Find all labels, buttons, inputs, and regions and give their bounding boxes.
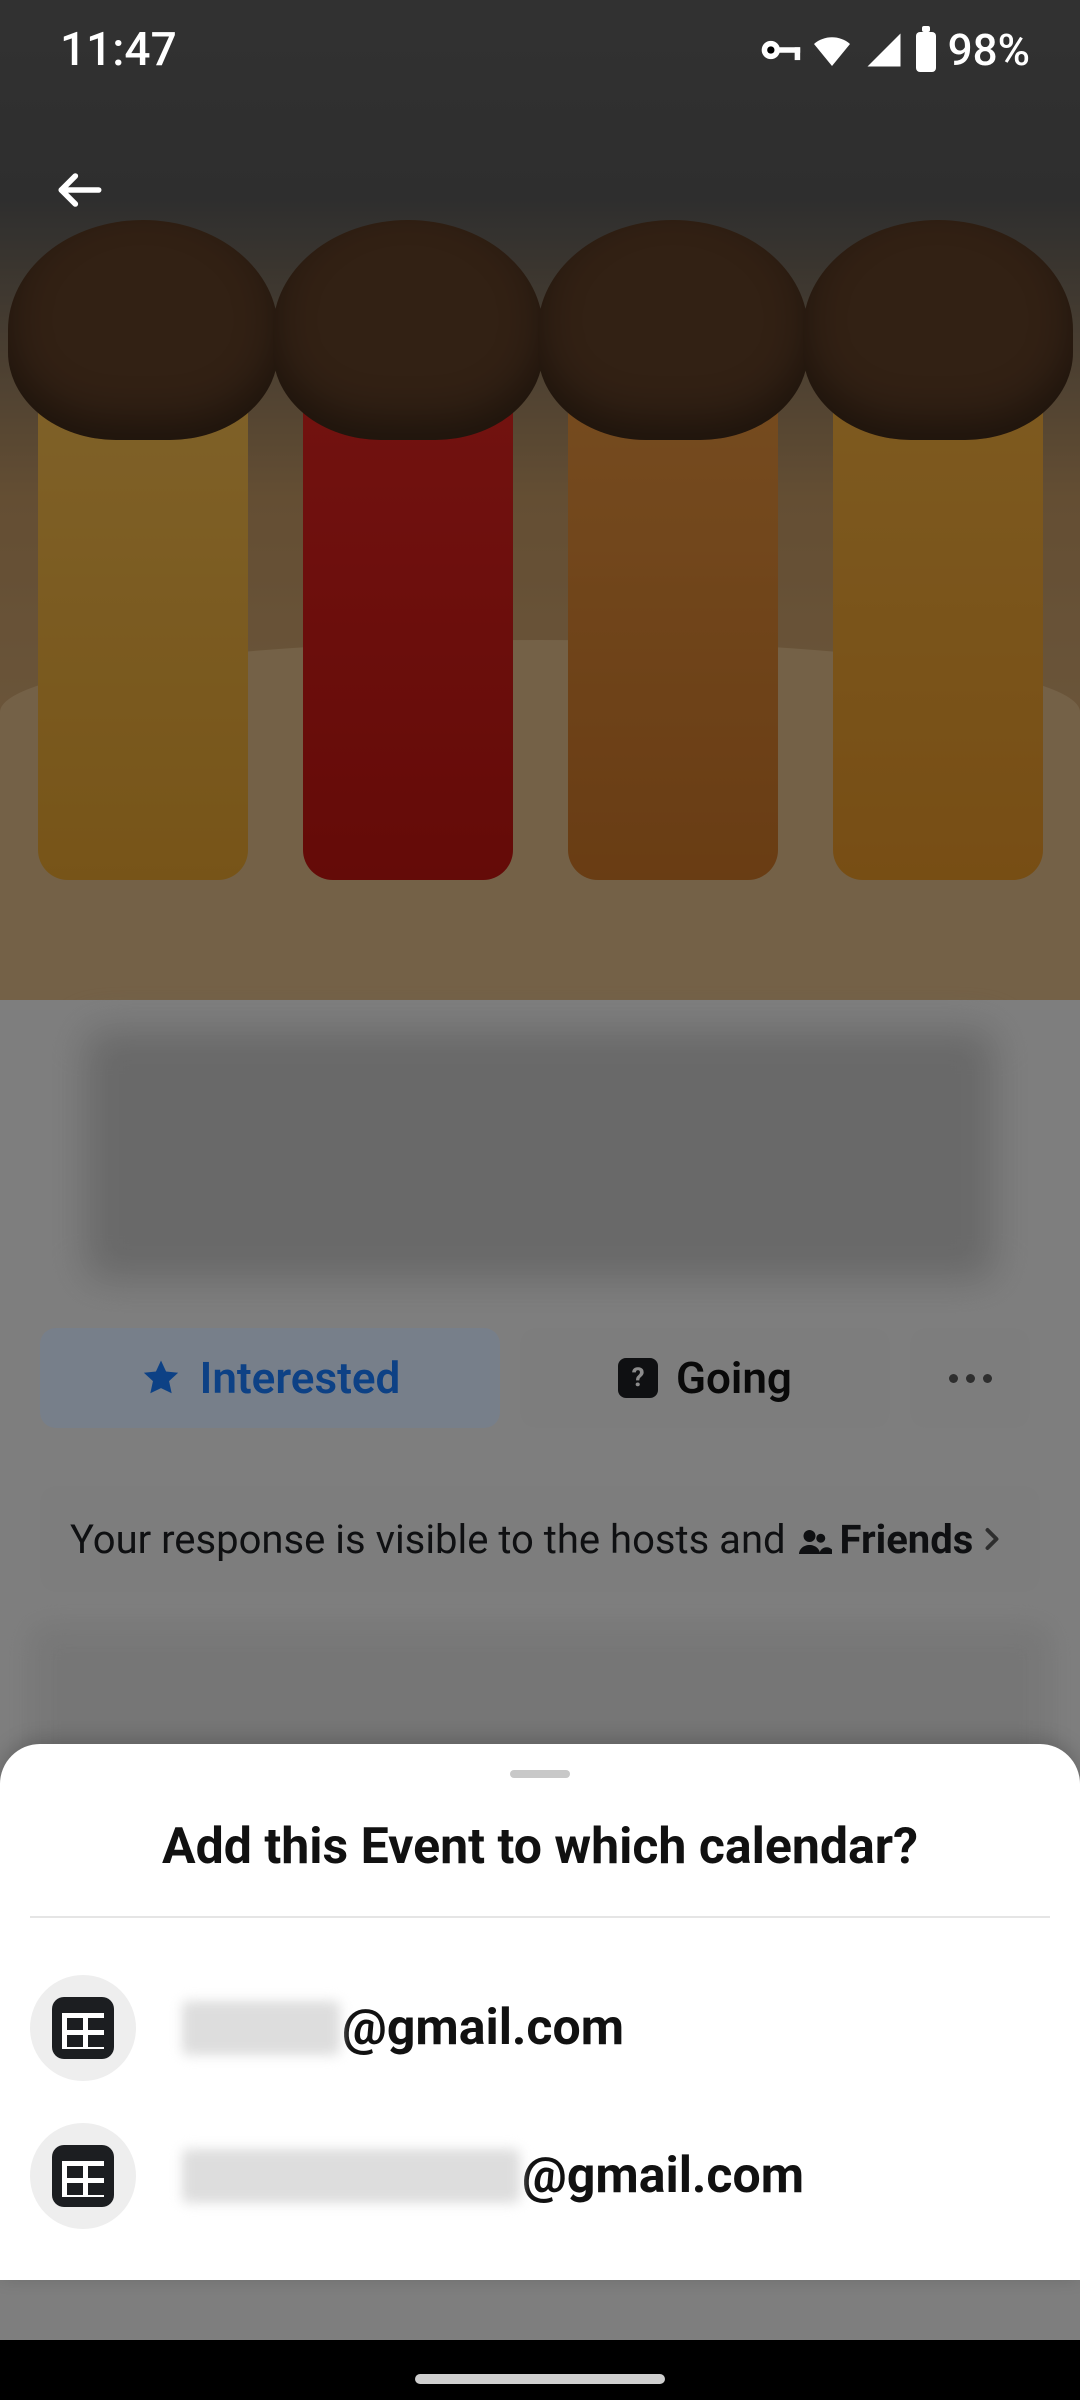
status-bar: 11:47 98% — [0, 0, 1080, 100]
arrow-left-icon — [52, 162, 108, 218]
people-icon — [796, 1524, 832, 1560]
visibility-audience: Friends — [840, 1516, 974, 1563]
divider — [30, 1916, 1050, 1918]
star-filled-icon — [140, 1357, 182, 1399]
status-time: 11:47 — [60, 23, 177, 77]
event-page: Interested ? Going Your response is visi… — [0, 0, 1080, 2340]
back-button[interactable] — [40, 150, 120, 230]
sheet-title: Add this Event to which calendar? — [30, 1818, 1050, 1876]
interested-label: Interested — [200, 1352, 401, 1404]
battery-full-icon — [912, 26, 940, 74]
more-horizontal-icon — [949, 1374, 992, 1383]
going-label: Going — [676, 1352, 792, 1404]
battery-percentage: 98% — [948, 24, 1030, 76]
going-badge-icon: ? — [618, 1358, 658, 1398]
navigation-bar-handle[interactable] — [415, 2374, 665, 2384]
event-title-redacted — [85, 1030, 995, 1280]
response-buttons-row: Interested ? Going — [40, 1328, 1040, 1438]
calendar-email: @gmail.com — [182, 2147, 804, 2205]
calendar-email: @gmail.com — [182, 1999, 624, 2057]
interested-button[interactable]: Interested — [40, 1328, 500, 1428]
going-button[interactable]: ? Going — [520, 1328, 890, 1428]
response-visibility-row[interactable]: Your response is visible to the hosts an… — [40, 1486, 1040, 1592]
event-cover-image — [0, 0, 1080, 1000]
signal-icon — [862, 28, 906, 72]
calendar-option[interactable]: @gmail.com — [30, 2102, 1050, 2250]
chevron-right-icon — [974, 1521, 1010, 1557]
email-domain: @gmail.com — [522, 2147, 804, 2205]
calendar-picker-sheet: Add this Event to which calendar? @gmail… — [0, 1744, 1080, 2280]
sheet-grabber[interactable] — [510, 1770, 570, 1778]
vpn-key-icon — [758, 28, 802, 72]
email-redacted — [182, 2001, 340, 2055]
visibility-text: Your response is visible to the hosts an… — [70, 1516, 974, 1563]
visibility-prefix: Your response is visible to the hosts an… — [70, 1516, 796, 1563]
calendar-option[interactable]: @gmail.com — [30, 1954, 1050, 2102]
calendar-icon — [30, 2123, 136, 2229]
email-redacted — [182, 2149, 520, 2203]
email-domain: @gmail.com — [342, 1999, 624, 2057]
more-options-button[interactable] — [910, 1328, 1030, 1428]
wifi-icon — [808, 26, 856, 74]
calendar-icon — [30, 1975, 136, 2081]
